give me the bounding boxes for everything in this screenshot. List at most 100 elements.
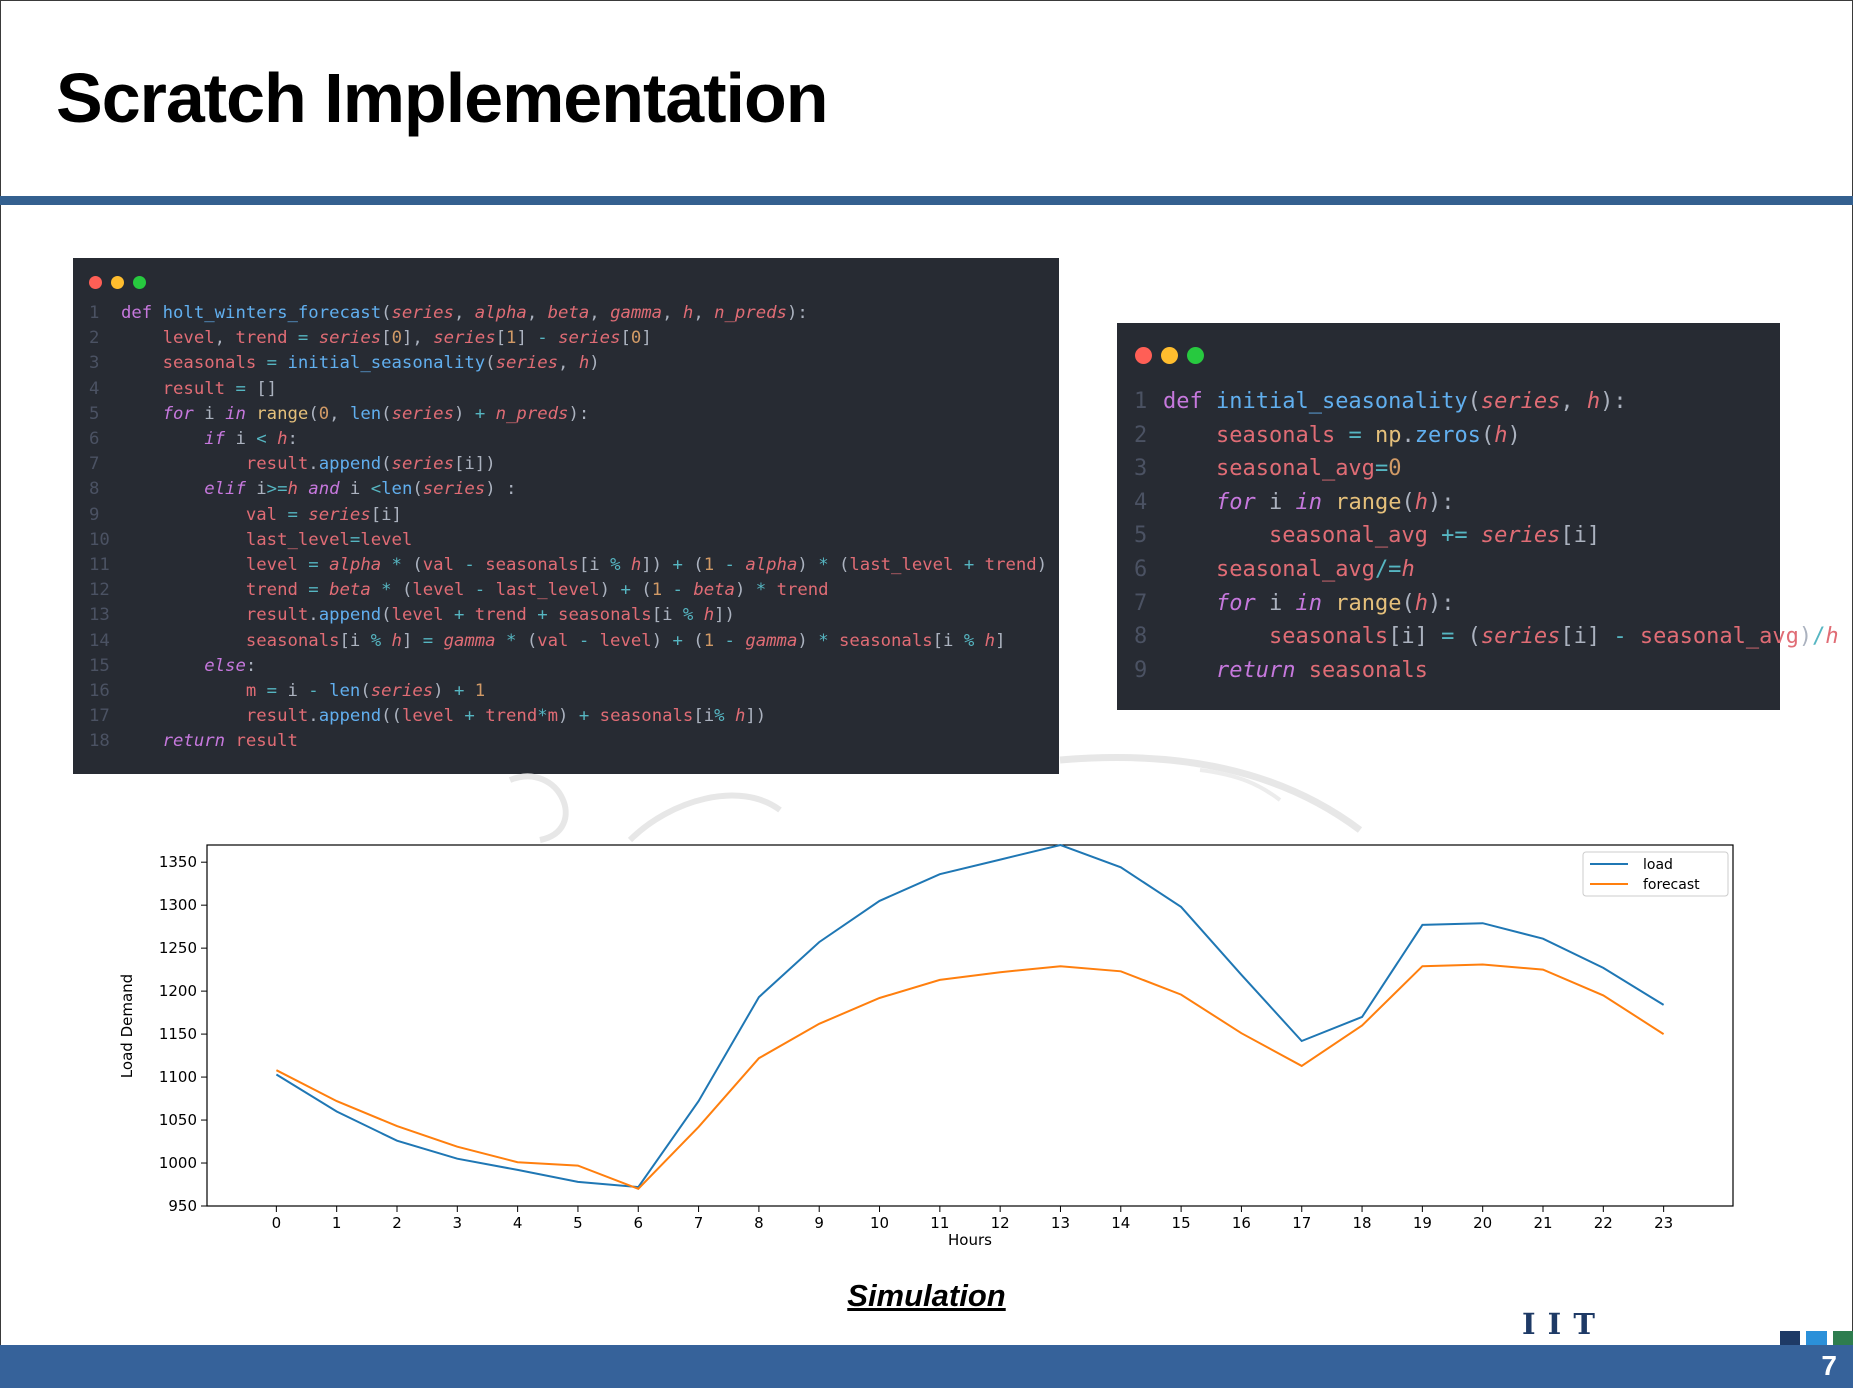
code-line: 16 m = i - len(series) + 1	[89, 679, 1047, 704]
code-line: 10 last_level=level	[89, 528, 1047, 553]
chart-legend: load forecast	[1582, 851, 1729, 897]
maximize-dot-icon	[1187, 347, 1204, 364]
close-dot-icon	[89, 276, 102, 289]
load-forecast-chart: 95010001050110011501200125013001350 0123…	[118, 843, 1734, 1249]
chart-series	[275, 843, 1665, 1190]
close-dot-icon	[1135, 347, 1152, 364]
y-tick-label: 1100	[159, 1068, 197, 1086]
code-line: 12 trend = beta * (level - last_level) +…	[89, 578, 1047, 603]
line-number: 7	[1134, 590, 1148, 616]
y-tick-label: 1200	[159, 982, 197, 1000]
y-tick-label: 1250	[159, 939, 197, 957]
legend-label-load: load	[1643, 857, 1673, 873]
line-number: 7	[89, 454, 100, 475]
line-number: 13	[89, 605, 110, 626]
x-tick-label: 17	[1292, 1214, 1311, 1232]
x-tick-label: 18	[1353, 1214, 1372, 1232]
code-block: 1 def holt_winters_forecast(series, alpha…	[89, 301, 1047, 755]
code-line: 15 else:	[89, 654, 1047, 679]
line-number: 12	[89, 580, 110, 601]
x-tick-label: 9	[814, 1214, 824, 1232]
code-line: 9 return seasonals	[1134, 654, 1839, 688]
window-controls	[89, 276, 146, 289]
line-number: 3	[1134, 456, 1148, 482]
code-line: 7 result.append(series[i])	[89, 452, 1047, 477]
x-tick-label: 1	[332, 1214, 342, 1232]
x-tick-label: 11	[930, 1214, 949, 1232]
code-line: 13 result.append(level + trend + seasona…	[89, 603, 1047, 628]
watermark-emblem	[508, 754, 1363, 843]
line-number: 6	[89, 429, 100, 450]
line-number: 16	[89, 681, 110, 702]
line-number: 1	[89, 303, 100, 323]
line-number: 5	[1134, 523, 1148, 549]
line-number: 18	[89, 731, 110, 752]
footer-bar	[0, 1345, 1853, 1388]
line-number: 10	[89, 529, 110, 550]
x-tick-label: 16	[1232, 1214, 1251, 1232]
minimize-dot-icon	[1161, 347, 1178, 364]
line-number: 8	[89, 479, 100, 500]
code-window-holt-winters: 1 def holt_winters_forecast(series, alpha…	[73, 258, 1059, 774]
window-controls	[1135, 347, 1204, 364]
code-line: 3 seasonal_avg=0	[1134, 452, 1839, 486]
code-line: 17 result.append((level + trend*m) + sea…	[89, 704, 1047, 729]
y-tick-label: 1350	[159, 853, 197, 871]
y-tick-label: 1300	[159, 896, 197, 914]
x-tick-label: 21	[1533, 1214, 1552, 1232]
x-axis-ticks: 0 1 2 3 4 5 6 7 8 9 10 11 12 13 14 15 16 17 18 19 20 21 22 23	[272, 1206, 1673, 1232]
code-line: 14 seasonals[i % h] = gamma * (val - lev…	[89, 629, 1047, 654]
line-number: 14	[89, 630, 110, 651]
code-line: 8 seasonals[i] = (series[i] - seasonal_a…	[1134, 620, 1839, 654]
y-axis-ticks: 950 1000 1050 1100 1150 1200 1250 1300 1350	[159, 853, 207, 1215]
code-line: 8 elif i>=h and i <len(series) :	[89, 477, 1047, 502]
code-line: 3 seasonals = initial_seasonality(series…	[89, 351, 1047, 376]
series-line-forecast	[275, 963, 1665, 1190]
x-tick-label: 15	[1172, 1214, 1191, 1232]
x-tick-label: 5	[573, 1214, 583, 1232]
y-tick-label: 1150	[159, 1025, 197, 1043]
code-line: 6 if i < h:	[89, 427, 1047, 452]
code-line: 1 def initial_seasonality(series, h):	[1134, 385, 1839, 419]
code-block: 1 def initial_seasonality(series, h): 2 se…	[1134, 385, 1839, 687]
line-number: 4	[1134, 489, 1148, 515]
code-line: 7 for i in range(h):	[1134, 587, 1839, 621]
legend-label-forecast: forecast	[1643, 877, 1700, 893]
code-line: 5 for i in range(0, len(series) + n_pred…	[89, 402, 1047, 427]
x-axis-label: Hours	[948, 1231, 992, 1249]
code-line: 4 for i in range(h):	[1134, 486, 1839, 520]
code-line: 4 result = []	[89, 377, 1047, 402]
x-tick-label: 3	[453, 1214, 463, 1232]
maximize-dot-icon	[133, 276, 146, 289]
line-number: 4	[89, 378, 100, 399]
line-number: 9	[89, 504, 100, 525]
code-line: 5 seasonal_avg += series[i]	[1134, 519, 1839, 553]
code-line: 1 def holt_winters_forecast(series, alpha…	[89, 301, 1047, 326]
line-number: 11	[89, 555, 110, 576]
line-number: 2	[1134, 422, 1148, 448]
x-tick-label: 6	[633, 1214, 643, 1232]
code-line: 11 level = alpha * (val - seasonals[i % …	[89, 553, 1047, 578]
line-number: 8	[1134, 624, 1148, 650]
x-tick-label: 23	[1654, 1214, 1673, 1232]
x-tick-label: 13	[1051, 1214, 1070, 1232]
x-tick-label: 10	[870, 1214, 889, 1232]
line-number: 9	[1134, 657, 1148, 683]
minimize-dot-icon	[111, 276, 124, 289]
title-divider	[0, 196, 1853, 205]
line-number: 2	[89, 328, 100, 349]
x-tick-label: 22	[1594, 1214, 1613, 1232]
code-window-initial-seasonality: 1 def initial_seasonality(series, h): 2 se…	[1117, 323, 1839, 710]
y-axis-label: Load Demand	[118, 974, 136, 1078]
line-number: 3	[89, 353, 100, 374]
slide-title: Scratch Implementation	[56, 59, 829, 137]
x-tick-label: 0	[272, 1214, 282, 1232]
page-number: 7	[1821, 1350, 1837, 1381]
x-tick-label: 4	[513, 1214, 523, 1232]
code-line: 2 seasonals = np.zeros(h)	[1134, 419, 1839, 453]
code-line: 6 seasonal_avg/=h	[1134, 553, 1839, 587]
x-tick-label: 7	[694, 1214, 704, 1232]
x-tick-label: 12	[991, 1214, 1010, 1232]
x-tick-label: 19	[1413, 1214, 1432, 1232]
line-number: 1	[1134, 389, 1148, 414]
